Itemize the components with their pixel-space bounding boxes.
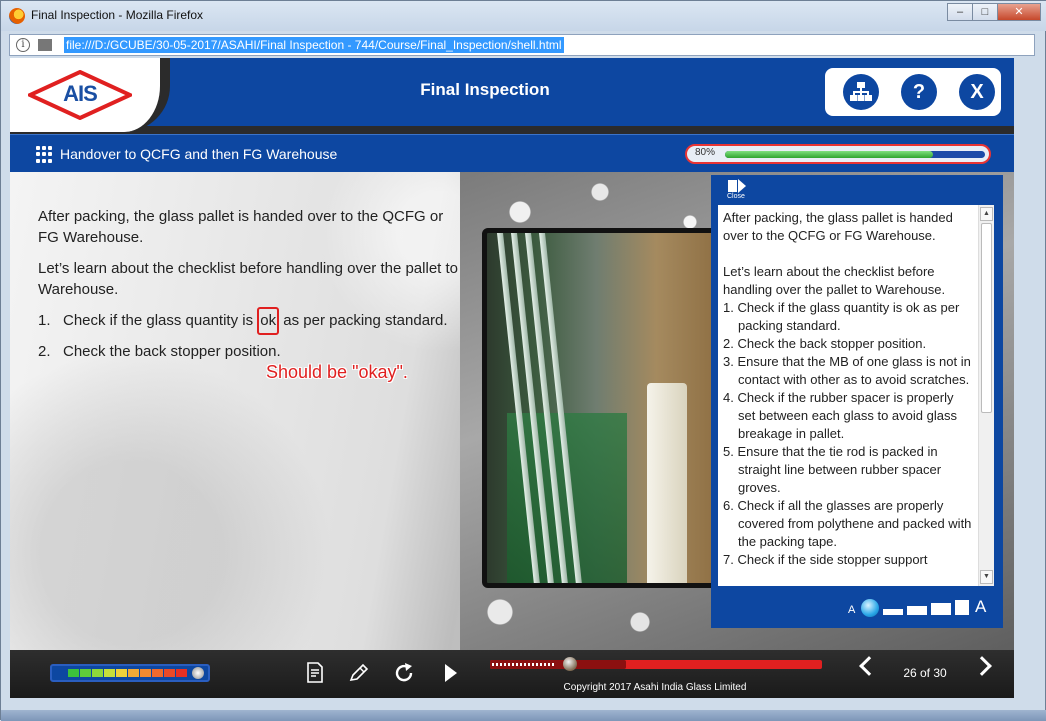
seek-bar[interactable] <box>490 657 822 671</box>
transcript-item: 5. Ensure that the tie rod is packed in … <box>723 444 942 495</box>
font-small-label: A <box>848 604 856 616</box>
page-icon <box>38 39 52 51</box>
topic-grid-icon <box>36 146 53 163</box>
page-indicator: 26 of 30 <box>903 666 947 680</box>
volume-knob[interactable] <box>192 667 204 679</box>
window-title: Final Inspection - Mozilla Firefox <box>31 8 204 22</box>
intro-text: After packing, the glass pallet is hande… <box>38 208 444 246</box>
progress-track <box>725 151 985 158</box>
transcript-text: After packing, the glass pallet is hande… <box>718 205 994 586</box>
seek-knob[interactable] <box>562 657 577 671</box>
font-large-label: A <box>975 597 987 616</box>
prev-icon[interactable] <box>859 656 879 676</box>
font-size-slider[interactable]: A A <box>711 593 1003 623</box>
list-item: 1. Check if the glass quantity is ok as … <box>38 307 468 335</box>
help-button[interactable]: ? <box>901 74 937 110</box>
font-step[interactable] <box>955 600 969 615</box>
progress-fill <box>725 151 933 158</box>
menu-button[interactable] <box>843 74 879 110</box>
course-header: AIS Final Inspection ? X <box>10 58 1014 132</box>
list-text-after: as per packing standard. <box>279 312 448 329</box>
next-icon[interactable] <box>972 656 992 676</box>
address-bar[interactable]: i file:///D:/GCUBE/30-05-2017/ASAHI/Fina… <box>9 34 1035 56</box>
transcript-item: 1. Check if the glass quantity is ok as … <box>723 300 960 333</box>
volume-slider[interactable] <box>50 664 210 682</box>
course-player: AIS Final Inspection ? X Handover to QCF… <box>10 58 1014 698</box>
pencil-icon[interactable] <box>348 662 370 684</box>
logo-panel: AIS <box>10 58 170 132</box>
scroll-down-icon[interactable]: ▼ <box>980 570 993 584</box>
topic-bar: Handover to QCFG and then FG Warehouse 8… <box>10 134 1014 172</box>
list-item: 2. Check the back stopper position. <box>38 341 468 362</box>
scroll-up-icon[interactable]: ▲ <box>980 207 993 221</box>
copyright-text: Copyright 2017 Asahi India Glass Limited <box>563 682 747 693</box>
slide-text: After packing, the glass pallet is hande… <box>38 206 468 372</box>
firefox-icon <box>9 8 25 24</box>
replay-icon[interactable] <box>393 662 415 684</box>
topic-title: Handover to QCFG and then FG Warehouse <box>60 146 338 162</box>
list-number: 2. <box>38 343 51 360</box>
rubber-spacer <box>647 383 687 583</box>
transcript-item: 2. Check the back stopper position. <box>723 336 927 351</box>
transcript-item: 6. Check if all the glasses are properly… <box>723 498 972 549</box>
exit-button[interactable]: X <box>959 74 995 110</box>
taskbar <box>1 710 1046 721</box>
transcript-panel: Close After packing, the glass pallet is… <box>711 175 1003 628</box>
sitemap-icon <box>850 82 872 101</box>
list-text-before: Check if the glass quantity is <box>63 312 258 329</box>
review-annotation: Should be "okay". <box>266 362 408 382</box>
transcript-lead: Let’s learn about the checklist before h… <box>723 264 946 297</box>
list-text: Check the back stopper position. <box>63 343 281 360</box>
font-slider-knob[interactable] <box>861 599 879 617</box>
checklist: 1. Check if the glass quantity is ok as … <box>38 307 468 362</box>
font-step[interactable] <box>883 609 903 615</box>
transcript-close-icon[interactable] <box>728 179 748 193</box>
lead-text: Let’s learn about the checklist before h… <box>38 260 458 298</box>
course-title: Final Inspection <box>420 80 550 99</box>
progress-label: 80% <box>695 147 716 158</box>
url-text[interactable]: file:///D:/GCUBE/30-05-2017/ASAHI/Final … <box>64 37 564 53</box>
transcript-intro: After packing, the glass pallet is hande… <box>723 210 953 243</box>
close-window-button[interactable]: ✕ <box>997 3 1041 21</box>
course-progress: 80% <box>685 144 991 164</box>
logo-text: AIS <box>63 81 98 106</box>
glass-pallet-photo <box>482 228 734 588</box>
transcript-item: 3. Ensure that the MB of one glass is no… <box>723 354 971 387</box>
info-icon[interactable]: i <box>16 38 30 52</box>
browser-window: Final Inspection - Mozilla Firefox – □ ✕… <box>0 0 1046 721</box>
volume-levels <box>68 669 188 677</box>
title-bar: Final Inspection - Mozilla Firefox – □ ✕ <box>1 1 1046 31</box>
scroll-thumb[interactable] <box>981 223 992 413</box>
highlighted-word: ok <box>257 307 280 335</box>
minimize-button[interactable]: – <box>947 3 973 21</box>
maximize-button[interactable]: □ <box>972 3 998 21</box>
header-button-panel: ? X <box>825 68 1001 116</box>
list-number: 1. <box>38 312 51 329</box>
header-divider <box>10 126 1014 134</box>
play-icon[interactable] <box>443 662 459 684</box>
player-controls: Copyright 2017 Asahi India Glass Limited… <box>10 650 1014 698</box>
font-step[interactable] <box>907 606 927 615</box>
transcript-close-label[interactable]: Close <box>727 193 745 200</box>
seek-played <box>492 663 556 666</box>
transcript-item: 4. Check if the rubber spacer is properl… <box>723 390 957 441</box>
transcript-scrollbar[interactable]: ▲ ▼ <box>978 205 994 586</box>
font-step[interactable] <box>931 603 951 615</box>
slide-content: After packing, the glass pallet is hande… <box>10 172 1014 650</box>
transcript-item: 7. Check if the side stopper support <box>723 552 928 567</box>
notes-icon[interactable] <box>306 662 324 684</box>
